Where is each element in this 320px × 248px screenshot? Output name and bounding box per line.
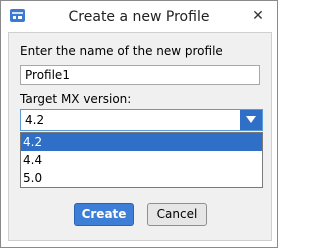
mx-version-selected-value: 4.2 bbox=[25, 113, 45, 127]
mx-version-dropdown-list: 4.2 4.4 5.0 bbox=[20, 132, 263, 188]
dialog-window: Create a new Profile ✕ Enter the name of… bbox=[0, 0, 278, 248]
dialog-title: Create a new Profile bbox=[68, 9, 210, 25]
title-bar[interactable]: Create a new Profile ✕ bbox=[1, 1, 277, 32]
profile-name-label: Enter the name of the new profile bbox=[20, 44, 223, 58]
dropdown-option-5-0[interactable]: 5.0 bbox=[21, 169, 262, 187]
cancel-button[interactable]: Cancel bbox=[147, 203, 207, 226]
chevron-down-icon bbox=[246, 116, 256, 123]
close-icon[interactable]: ✕ bbox=[250, 8, 266, 24]
mx-version-label: Target MX version: bbox=[20, 92, 132, 106]
dropdown-option-4-4[interactable]: 4.4 bbox=[21, 151, 262, 169]
dropdown-option-4-2[interactable]: 4.2 bbox=[21, 133, 262, 151]
profile-name-input[interactable] bbox=[20, 65, 260, 85]
dialog-body: Enter the name of the new profile Target… bbox=[8, 32, 272, 241]
dropdown-button[interactable] bbox=[240, 110, 262, 130]
mx-version-select[interactable]: 4.2 bbox=[20, 109, 263, 131]
create-button[interactable]: Create bbox=[74, 203, 134, 226]
